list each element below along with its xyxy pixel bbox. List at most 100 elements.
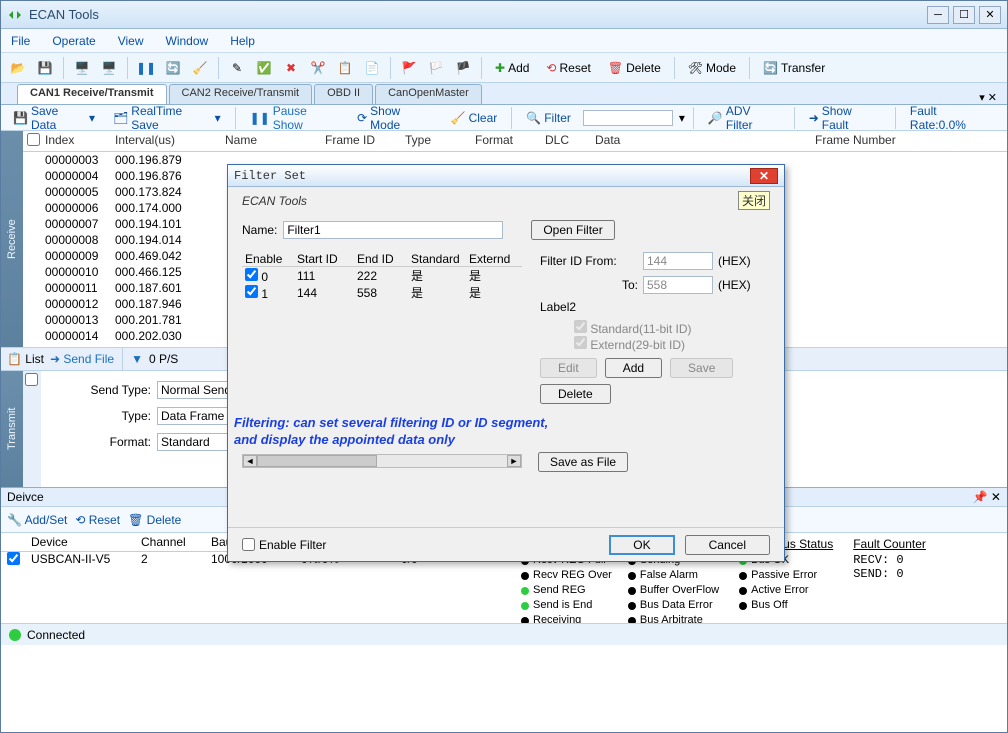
- rate-down-icon[interactable]: ▼: [131, 352, 143, 366]
- dialog-close-button[interactable]: ✕: [750, 168, 778, 184]
- close-button[interactable]: ✕: [979, 6, 1001, 24]
- copy-icon[interactable]: 📋: [334, 57, 356, 79]
- filter-button[interactable]: 🔍 Filter: [520, 107, 577, 129]
- pause-icon[interactable]: ❚❚: [135, 57, 157, 79]
- filter-row[interactable]: 1144558是是: [242, 284, 522, 301]
- dev1-icon[interactable]: 🖥️: [71, 57, 93, 79]
- col-index: Index: [41, 133, 111, 149]
- device-section-title: Deivce: [7, 490, 44, 504]
- ok-button[interactable]: OK: [609, 535, 674, 555]
- filter-name-input[interactable]: [283, 221, 503, 239]
- save-button: Save: [670, 358, 733, 378]
- tab-obd2[interactable]: OBD II: [314, 84, 373, 104]
- doc-tabs: CAN1 Receive/Transmit CAN2 Receive/Trans…: [1, 83, 1007, 105]
- menu-help[interactable]: Help: [230, 34, 255, 48]
- devreset-button[interactable]: ⟲ Reset: [75, 513, 120, 527]
- status-item: Recv REG Over: [521, 568, 612, 583]
- transmit-side-tab[interactable]: Transmit: [1, 371, 23, 487]
- titlebar: ECAN Tools ─ ☐ ✕: [1, 1, 1007, 29]
- save-data-button[interactable]: 💾 Save Data ▾: [7, 107, 101, 129]
- tab-can2[interactable]: CAN2 Receive/Transmit: [169, 84, 313, 104]
- receive-side-tab[interactable]: Receive: [1, 131, 23, 347]
- status-item: Send is End: [521, 598, 612, 613]
- minimize-button[interactable]: ─: [927, 6, 949, 24]
- clear-button[interactable]: 🧹 Clear: [445, 107, 504, 129]
- ps-label: 0 P/S: [149, 352, 178, 366]
- add-filter-button[interactable]: Add: [605, 358, 662, 378]
- device-checkbox[interactable]: [7, 552, 20, 565]
- addset-button[interactable]: 🔧 Add/Set: [7, 513, 67, 527]
- list-button[interactable]: 📋 List: [7, 352, 44, 366]
- menu-view[interactable]: View: [118, 34, 144, 48]
- adv-filter-button[interactable]: 🔎 ADV Filter: [702, 107, 786, 129]
- fault-recv: RECV: 0: [853, 553, 926, 567]
- tab-canopen[interactable]: CanOpenMaster: [375, 84, 482, 104]
- show-fault-button[interactable]: ➜ Show Fault: [803, 107, 887, 129]
- tab-extra-buttons[interactable]: ▾ ✕: [979, 91, 1007, 104]
- menu-window[interactable]: Window: [166, 34, 209, 48]
- status-item: Send REG: [521, 583, 612, 598]
- dialog-title: Filter Set: [234, 169, 750, 183]
- mode-button[interactable]: 🛠 Mode: [682, 57, 742, 79]
- status-item: Bus Data Error: [628, 598, 719, 613]
- paste-icon[interactable]: 📄: [361, 57, 383, 79]
- filter-table-scrollbar[interactable]: ◄►: [242, 454, 522, 468]
- send-file-button[interactable]: ➜ Send File: [50, 352, 114, 366]
- tx-select-all[interactable]: [25, 373, 38, 386]
- ext-checkbox: [574, 336, 587, 349]
- realtime-save-button[interactable]: 🗂 RealTime Save ▾: [107, 107, 227, 129]
- delete-filter-button[interactable]: Delete: [540, 384, 611, 404]
- filter-input[interactable]: [583, 110, 673, 126]
- cancel-button[interactable]: Cancel: [685, 535, 770, 555]
- delete-button[interactable]: 🗑 Delete: [602, 57, 667, 79]
- device-pin-icon[interactable]: 📌 ✕: [973, 490, 1001, 504]
- check-icon[interactable]: ✅: [253, 57, 275, 79]
- col-framenum: Frame Number: [811, 133, 911, 149]
- save-icon[interactable]: 💾: [34, 57, 56, 79]
- col-dlc: DLC: [541, 133, 591, 149]
- dialog-banner: ECAN Tools: [242, 194, 307, 208]
- connection-dot-icon: [9, 629, 21, 641]
- devdelete-button[interactable]: 🗑 Delete: [128, 513, 181, 527]
- status-item: Passive Error: [739, 568, 833, 583]
- status-item: False Alarm: [628, 568, 719, 583]
- flag2-icon[interactable]: 🏳️: [425, 57, 447, 79]
- app-icon: [7, 7, 23, 23]
- menu-operate[interactable]: Operate: [52, 34, 95, 48]
- grid-select-all[interactable]: [27, 133, 40, 146]
- tab-can1[interactable]: CAN1 Receive/Transmit: [17, 84, 167, 104]
- filter-table: Enable Start ID End ID Standard Externd …: [242, 252, 522, 404]
- refresh-icon[interactable]: 🔄: [162, 57, 184, 79]
- col-type: Type: [401, 133, 471, 149]
- reset-button[interactable]: ⟲ Reset: [540, 57, 596, 79]
- filter-row[interactable]: 0111222是是: [242, 267, 522, 284]
- clear-icon[interactable]: 🧹: [189, 57, 211, 79]
- filter-set-dialog: Filter Set ✕ ECAN Tools 关闭 Name: Open Fi…: [227, 164, 785, 562]
- col-frameid: Frame ID: [321, 133, 401, 149]
- col-name: Name: [221, 133, 321, 149]
- enable-filter-checkbox[interactable]: [242, 538, 255, 551]
- col-format: Format: [471, 133, 541, 149]
- x-icon[interactable]: ✖: [280, 57, 302, 79]
- filter-from-input[interactable]: [643, 252, 713, 270]
- cut-icon[interactable]: ✂️: [307, 57, 329, 79]
- flag1-icon[interactable]: 🚩: [398, 57, 420, 79]
- statusbar: Connected: [1, 623, 1007, 645]
- save-as-file-button[interactable]: Save as File: [538, 452, 628, 472]
- open-filter-button[interactable]: Open Filter: [531, 220, 614, 240]
- filter-to-input[interactable]: [643, 276, 713, 294]
- add-button[interactable]: ✚ Add: [489, 57, 535, 79]
- edit-icon[interactable]: ✎: [226, 57, 248, 79]
- filter-dropdown-icon[interactable]: ▾: [679, 111, 685, 125]
- pause-show-button[interactable]: ❚❚ Pause Show: [244, 107, 345, 129]
- transfer-button[interactable]: 🔄 Transfer: [757, 57, 831, 79]
- open-icon[interactable]: 📂: [7, 57, 29, 79]
- menu-file[interactable]: File: [11, 34, 30, 48]
- fault-send: SEND: 0: [853, 567, 926, 581]
- maximize-button[interactable]: ☐: [953, 6, 975, 24]
- flag3-icon[interactable]: 🏴: [452, 57, 474, 79]
- dev2-icon[interactable]: 🖥️: [98, 57, 120, 79]
- window-title: ECAN Tools: [29, 7, 927, 22]
- show-mode-button[interactable]: ⟳ Show Mode: [351, 107, 439, 129]
- status-item: Active Error: [739, 583, 833, 598]
